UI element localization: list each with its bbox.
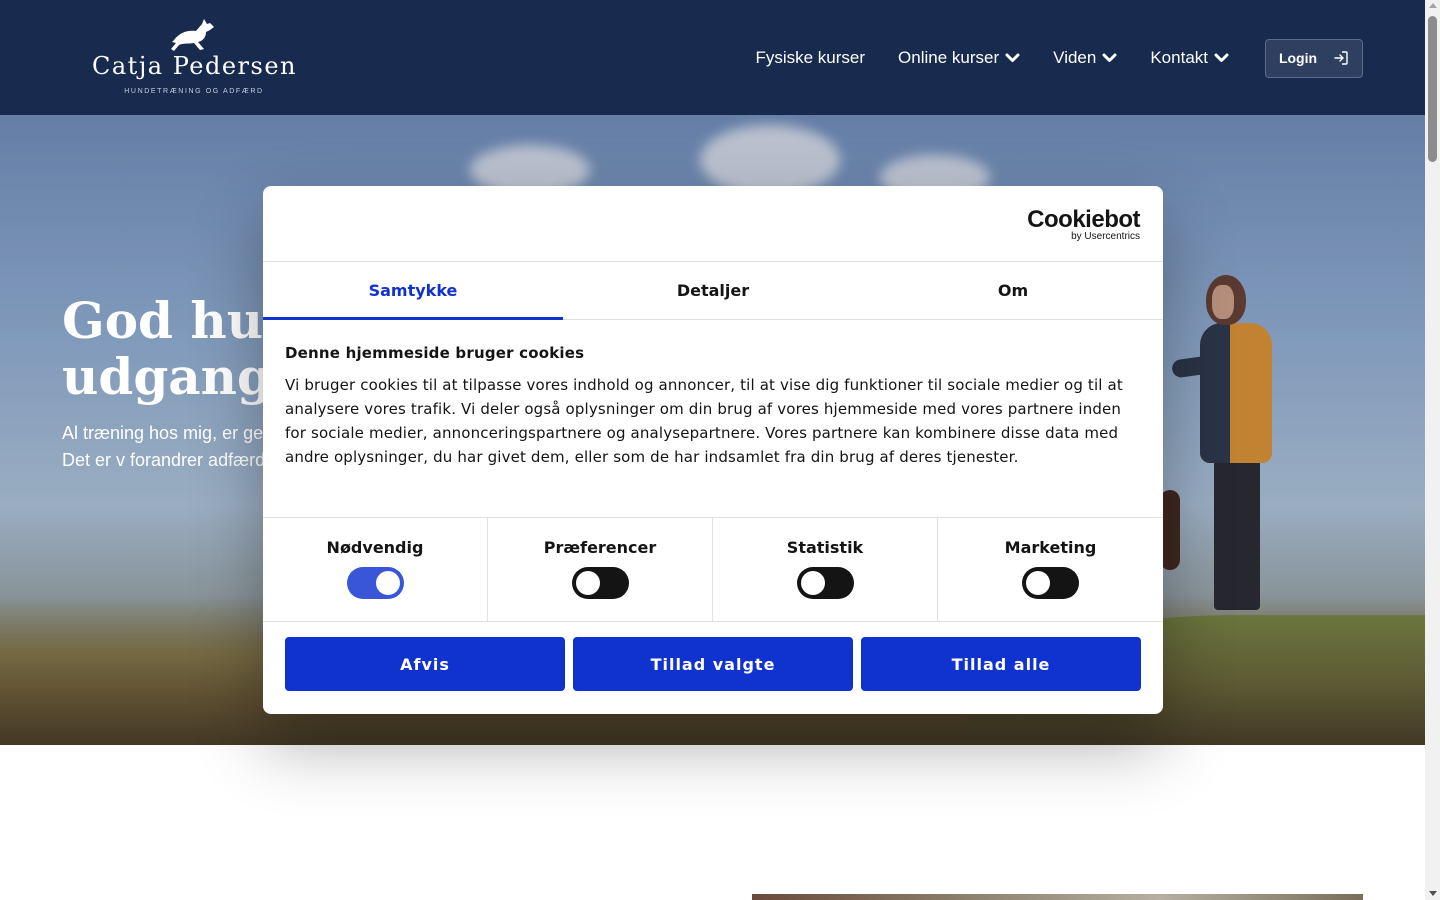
tab-detaljer[interactable]: Detaljer: [563, 262, 863, 319]
cookie-consent-dialog: Cookiebot by Usercentrics Samtykke Detal…: [263, 186, 1163, 714]
reject-button[interactable]: Afvis: [285, 637, 565, 691]
scroll-up-arrow-icon[interactable]: [1429, 3, 1437, 8]
login-icon: [1334, 51, 1348, 65]
site-logo[interactable]: Catja Pedersen HUNDETRÆNING OG ADFÆRD: [92, 18, 296, 100]
scroll-thumb[interactable]: [1428, 16, 1437, 162]
tab-samtykke[interactable]: Samtykke: [263, 262, 563, 320]
dialog-buttons: Afvis Tillad valgte Tillad alle: [285, 637, 1141, 691]
dialog-tabs: Samtykke Detaljer Om: [263, 262, 1163, 320]
logo-name: Catja Pedersen: [92, 52, 297, 80]
login-button[interactable]: Login: [1265, 38, 1363, 78]
dialog-body: Denne hjemmeside bruger cookies Vi bruge…: [285, 344, 1145, 469]
dialog-header: Cookiebot by Usercentrics: [263, 186, 1163, 262]
toggle-label: Marketing: [1004, 538, 1097, 557]
toggle-group-praeferencer: Præferencer: [488, 518, 713, 621]
site-header: Catja Pedersen HUNDETRÆNING OG ADFÆRD Fy…: [0, 0, 1425, 115]
toggle-knob: [375, 571, 400, 595]
nav-item-online-kurser[interactable]: Online kurser: [898, 48, 1020, 68]
chevron-down-icon: [1102, 53, 1117, 62]
cookiebot-brand: Cookiebot: [1027, 206, 1140, 233]
nav-item-fysiske-kurser[interactable]: Fysiske kurser: [755, 48, 865, 68]
consent-toggles: Nødvendig Præferencer Statistik Marketin…: [263, 517, 1163, 622]
nav-item-label: Kontakt: [1150, 48, 1208, 67]
running-dog-icon: [171, 19, 214, 51]
login-label: Login: [1278, 50, 1318, 66]
allow-all-button[interactable]: Tillad alle: [861, 637, 1141, 691]
toggle-marketing[interactable]: [1022, 567, 1079, 599]
nav-item-kontakt[interactable]: Kontakt: [1150, 48, 1229, 68]
cookiebot-logo: Cookiebot by Usercentrics: [1027, 208, 1140, 243]
scroll-down-arrow-icon[interactable]: [1429, 891, 1437, 896]
nav-item-viden[interactable]: Viden: [1053, 48, 1117, 68]
toggle-knob: [1026, 571, 1050, 595]
toggle-group-statistik: Statistik: [713, 518, 938, 621]
toggle-praeferencer[interactable]: [571, 567, 629, 599]
main-nav: Fysiske kurser Online kurser Viden Konta…: [722, 38, 1363, 78]
chevron-down-icon: [1005, 53, 1020, 62]
toggle-knob: [575, 571, 600, 595]
tab-om[interactable]: Om: [863, 262, 1163, 319]
toggle-label: Statistik: [786, 538, 864, 557]
nav-item-label: Online kurser: [898, 48, 1000, 67]
logo-tagline: HUNDETRÆNING OG ADFÆRD: [124, 88, 264, 95]
toggle-nodvendig[interactable]: [346, 567, 404, 599]
lower-section-image: [752, 894, 1363, 900]
toggle-group-marketing: Marketing: [938, 518, 1163, 621]
chevron-down-icon: [1214, 53, 1229, 62]
toggle-knob: [800, 571, 825, 595]
toggle-statistik[interactable]: [796, 567, 854, 599]
toggle-label: Nødvendig: [326, 538, 424, 557]
nav-item-label: Viden: [1053, 48, 1097, 67]
allow-selected-button[interactable]: Tillad valgte: [573, 637, 853, 691]
toggle-label: Præferencer: [543, 538, 657, 557]
page-scrollbar[interactable]: [1425, 0, 1440, 900]
dialog-heading: Denne hjemmeside bruger cookies: [285, 344, 585, 362]
nav-item-label: Fysiske kurser: [755, 48, 866, 67]
dialog-description: Vi bruger cookies til at tilpasse vores …: [285, 376, 1123, 466]
toggle-group-nodvendig: Nødvendig: [263, 518, 488, 621]
